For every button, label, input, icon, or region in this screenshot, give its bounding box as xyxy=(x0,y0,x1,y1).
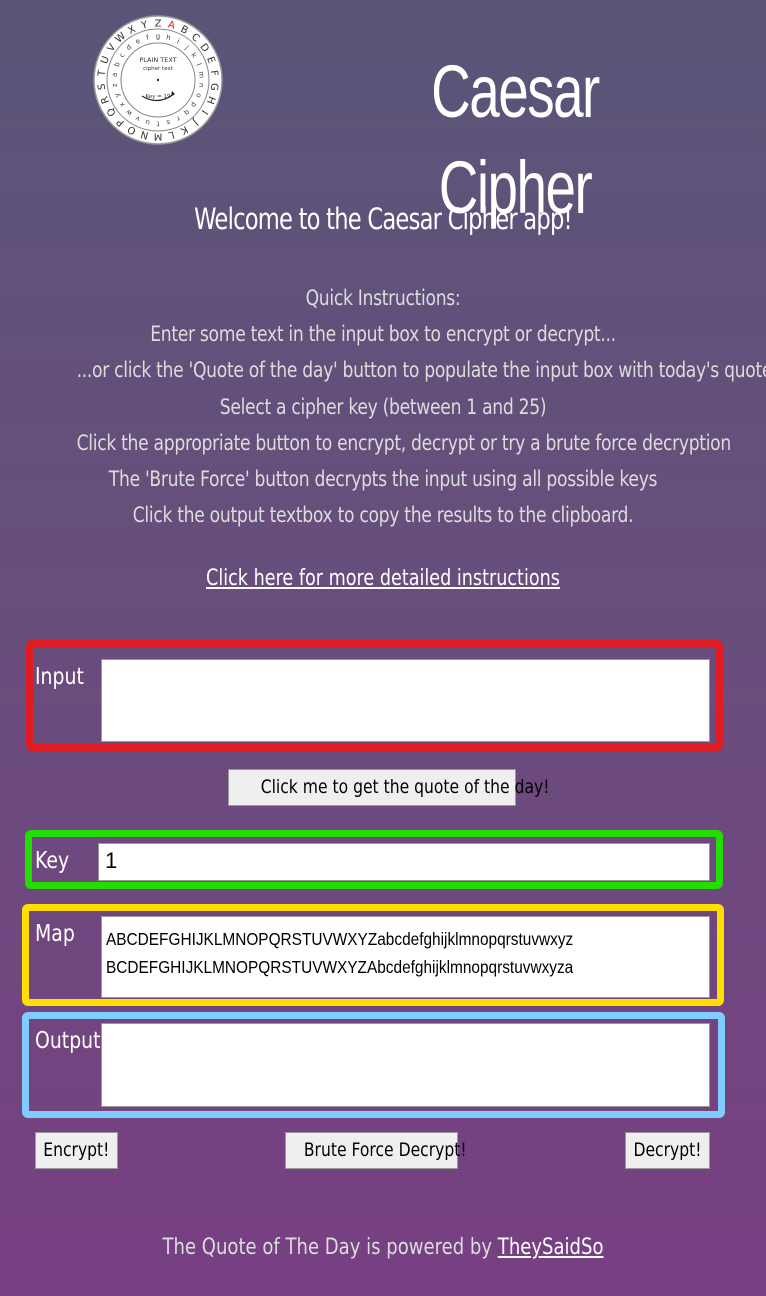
decrypt-button-label: Decrypt! xyxy=(633,1139,702,1161)
instruction-line: Click the appropriate button to encrypt,… xyxy=(76,430,732,456)
welcome-heading: Welcome to the Caesar Cipher app! xyxy=(194,202,572,236)
brute-force-button-label: Brute Force Decrypt! xyxy=(303,1139,467,1161)
instructions: Quick Instructions: Enter some text in t… xyxy=(0,281,766,534)
instruction-line: Quick Instructions: xyxy=(305,286,461,311)
encrypt-button[interactable]: Encrypt! xyxy=(35,1132,118,1169)
svg-text:M: M xyxy=(154,131,163,142)
theysaidso-link[interactable]: TheySaidSo xyxy=(498,1235,604,1260)
svg-text:G: G xyxy=(208,82,220,91)
svg-text:m: m xyxy=(197,71,206,79)
svg-text:t: t xyxy=(156,120,159,128)
svg-text:g: g xyxy=(156,33,160,41)
footer-text: The Quote of The Day is powered by xyxy=(162,1235,498,1260)
encrypt-button-label: Encrypt! xyxy=(43,1139,110,1161)
input-textbox[interactable] xyxy=(101,659,710,742)
footer: The Quote of The Day is powered by TheyS… xyxy=(69,1235,697,1260)
svg-text:cipher text: cipher text xyxy=(143,66,174,72)
svg-text:S: S xyxy=(97,83,109,91)
instruction-line: ...or click the 'Quote of the day' butto… xyxy=(76,358,766,384)
decrypt-button[interactable]: Decrypt! xyxy=(625,1132,710,1169)
quote-button-label: Click me to get the quote of the day! xyxy=(260,776,550,798)
quote-of-the-day-button[interactable]: Click me to get the quote of the day! xyxy=(228,769,549,806)
output-textbox[interactable] xyxy=(101,1023,710,1107)
map-plain-row: ABCDEFGHIJKLMNOPQRSTUVWXYZabcdefghijklmn… xyxy=(106,929,574,949)
cipher-wheel-icon: Z A BCDEFGHIJKLMNOPQRSTUVWX Y g h ijklmnopqrs… xyxy=(93,15,223,145)
instruction-line: Select a cipher key (between 1 and 25) xyxy=(219,394,547,420)
instruction-line: The 'Brute Force' button decrypts the in… xyxy=(108,467,658,493)
key-input[interactable]: 1 xyxy=(98,843,710,881)
svg-text:n: n xyxy=(197,83,205,88)
svg-text:Z: Z xyxy=(155,19,162,30)
map-label: Map xyxy=(35,921,75,947)
output-label: Output xyxy=(35,1028,101,1054)
brute-force-decrypt-button[interactable]: Brute Force Decrypt! xyxy=(285,1132,467,1169)
detailed-instructions-link[interactable]: Click here for more detailed instruction… xyxy=(77,566,690,591)
instruction-line: Enter some text in the input box to encr… xyxy=(150,322,616,348)
map-cipher-row: BCDEFGHIJKLMNOPQRSTUVWXYZAbcdefghijklmno… xyxy=(106,957,574,977)
svg-text:PLAIN TEXT: PLAIN TEXT xyxy=(139,56,176,64)
map-display: ABCDEFGHIJKLMNOPQRSTUVWXYZabcdefghijklmn… xyxy=(101,916,710,998)
key-label: Key xyxy=(35,848,70,874)
svg-text:Key = 19: Key = 19 xyxy=(145,94,171,100)
input-label: Input xyxy=(35,664,84,690)
instruction-line: Click the output textbox to copy the res… xyxy=(132,503,634,529)
